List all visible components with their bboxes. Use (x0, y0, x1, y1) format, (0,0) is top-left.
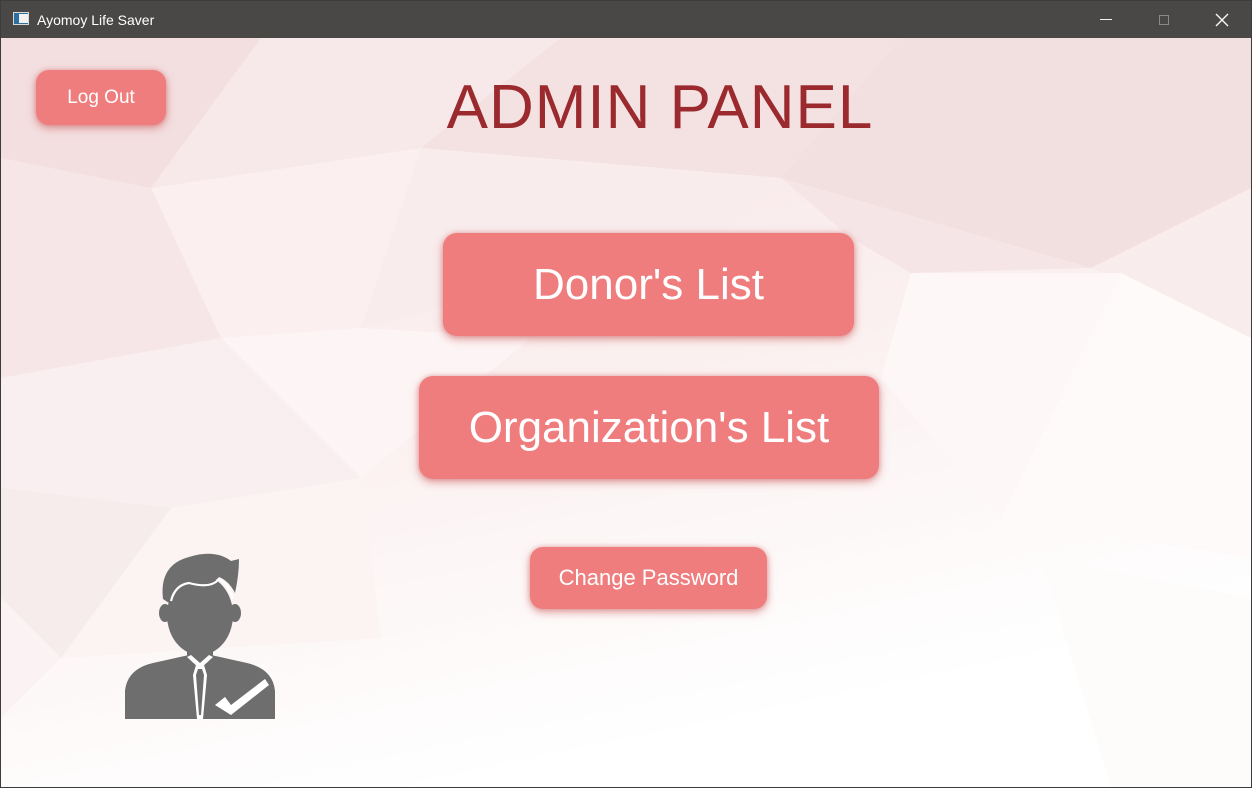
maximize-icon (1159, 14, 1169, 25)
donors-list-button[interactable]: Donor's List (443, 233, 854, 336)
close-icon (1215, 13, 1229, 26)
app-window-icon (13, 12, 29, 25)
admin-user-icon (125, 553, 275, 719)
app-window: Ayomoy Life Saver Log Out ADMIN PANEL Do… (0, 0, 1252, 788)
close-button[interactable] (1193, 1, 1251, 38)
maximize-button[interactable] (1135, 1, 1193, 38)
page-title: ADMIN PANEL (446, 73, 874, 142)
organizations-list-button[interactable]: Organization's List (419, 376, 879, 479)
minimize-icon (1100, 19, 1112, 20)
title-bar[interactable]: Ayomoy Life Saver (1, 1, 1251, 38)
minimize-button[interactable] (1077, 1, 1135, 38)
change-password-button[interactable]: Change Password (530, 547, 767, 609)
admin-panel-view: Log Out ADMIN PANEL Donor's List Organiz… (1, 38, 1251, 787)
window-title: Ayomoy Life Saver (37, 12, 155, 28)
